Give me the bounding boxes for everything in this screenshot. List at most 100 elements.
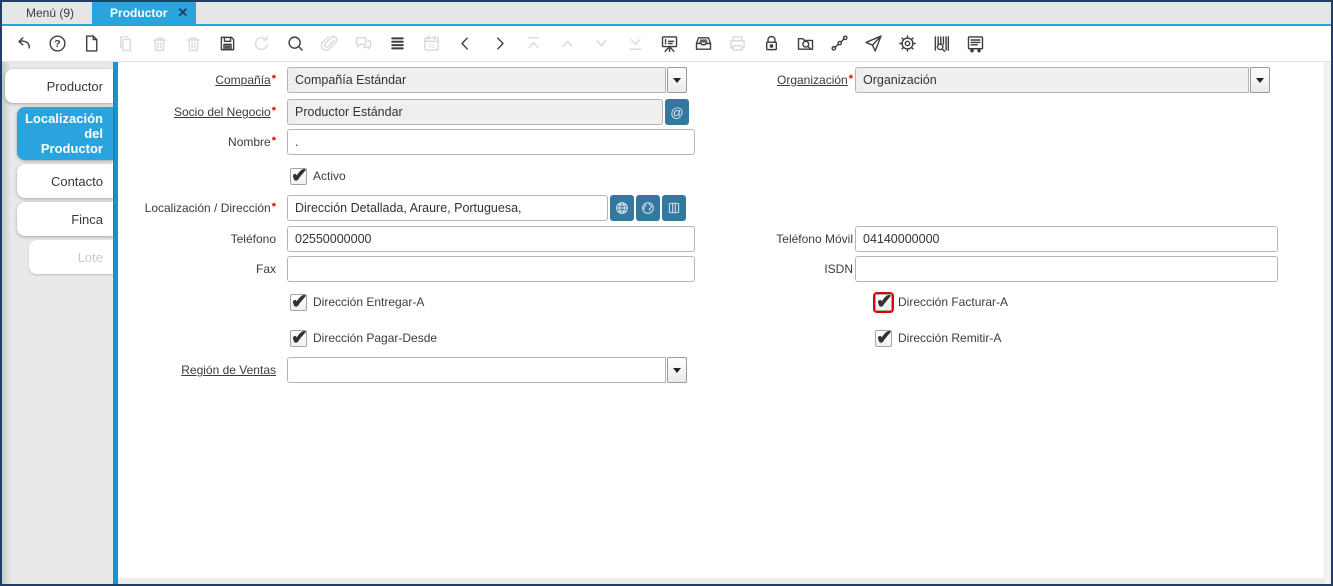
isdn-input[interactable] [855, 256, 1278, 282]
remit-to-label: Dirección Remitir-A [898, 331, 1001, 345]
sidebar-tab-localizacion[interactable]: Localización del Productor [17, 107, 113, 160]
tab-menu[interactable]: Menú (9) [8, 2, 92, 24]
delete-record-icon [148, 33, 170, 55]
invoice-to-checkbox[interactable] [875, 294, 892, 311]
quick-form-icon[interactable] [964, 33, 986, 55]
company-field: Compañía Estándar [287, 67, 687, 93]
print-icon [726, 33, 748, 55]
name-label: Nombre* [118, 129, 276, 156]
map-card-icon [666, 200, 682, 216]
svg-text:31: 31 [428, 43, 435, 50]
report-icon[interactable] [658, 33, 680, 55]
close-tab-icon[interactable]: ✕ [177, 5, 188, 21]
fax-input[interactable] [287, 256, 695, 282]
sidebar-tab-finca[interactable]: Finca [17, 202, 113, 236]
globe-earth-icon [640, 200, 656, 216]
name-field [287, 129, 695, 155]
lock-icon[interactable] [760, 33, 782, 55]
product-info-icon[interactable] [930, 33, 952, 55]
company-combobox[interactable]: Compañía Estándar [287, 67, 687, 93]
location-input[interactable] [287, 195, 608, 221]
organization-combobox[interactable]: Organización [855, 67, 1270, 93]
tab-productor[interactable]: Productor ✕ [92, 2, 196, 24]
ship-to-checkbox[interactable] [290, 294, 307, 311]
fax-label: Fax [118, 256, 276, 282]
form-panel: Compañía* Compañía Estándar Organización… [118, 62, 1331, 584]
location-edit-button[interactable] [610, 195, 634, 221]
last-record-icon [624, 33, 646, 55]
mobile-field [855, 226, 1278, 252]
invoice-to-label: Dirección Facturar-A [898, 295, 1008, 309]
organization-dropdown-icon[interactable] [1250, 67, 1270, 93]
phone-label: Teléfono [118, 226, 276, 252]
previous-record-icon[interactable] [454, 33, 476, 55]
pay-from-checkbox[interactable] [290, 330, 307, 347]
attachment-icon [318, 33, 340, 55]
organization-value: Organización [855, 67, 1249, 93]
invoice-to-field: Dirección Facturar-A [875, 293, 1008, 311]
parent-record-icon [556, 33, 578, 55]
zoom-across-icon[interactable] [794, 33, 816, 55]
location-detail-button[interactable] [662, 195, 686, 221]
bpartner-field: @ [287, 99, 689, 125]
sales-region-dropdown-icon[interactable] [667, 357, 687, 383]
location-label: Localización / Dirección* [118, 195, 276, 222]
company-value: Compañía Estándar [287, 67, 666, 93]
save-icon[interactable] [216, 33, 238, 55]
help-icon[interactable]: ? [46, 33, 68, 55]
name-input[interactable] [287, 129, 695, 155]
pay-from-field: Dirección Pagar-Desde [290, 329, 437, 347]
preferences-icon[interactable] [896, 33, 918, 55]
sidebar-tab-lote: Lote [29, 240, 113, 274]
chat-icon [352, 33, 374, 55]
organization-label[interactable]: Organización* [678, 67, 853, 94]
sidebar: Productor Localización del Productor Con… [2, 62, 113, 584]
toggle-grid-icon[interactable] [386, 33, 408, 55]
isdn-field [855, 256, 1278, 282]
bpartner-info-button[interactable]: @ [665, 99, 689, 125]
undo-icon[interactable] [12, 33, 34, 55]
location-field [287, 195, 686, 221]
mobile-input[interactable] [855, 226, 1278, 252]
active-field: Activo [290, 167, 346, 185]
fax-field [287, 256, 695, 282]
sales-region-combobox[interactable] [287, 357, 687, 383]
calendar-icon: 31 [420, 33, 442, 55]
organization-field: Organización [855, 67, 1270, 93]
toolbar: ? 31 [2, 26, 1331, 62]
window-body: Productor Localización del Productor Con… [2, 62, 1331, 584]
mobile-label: Teléfono Móvil [678, 226, 853, 252]
active-checkbox[interactable] [290, 168, 307, 185]
bpartner-label[interactable]: Socio del Negocio* [118, 99, 276, 126]
first-record-icon [522, 33, 544, 55]
new-record-icon[interactable] [80, 33, 102, 55]
globe-wire-icon [614, 200, 630, 216]
detail-record-icon [590, 33, 612, 55]
remit-to-checkbox[interactable] [875, 330, 892, 347]
remit-to-field: Dirección Remitir-A [875, 329, 1001, 347]
requests-icon[interactable] [862, 33, 884, 55]
svg-text:?: ? [54, 38, 60, 50]
delete-selection-icon [182, 33, 204, 55]
horizontal-scrollbar[interactable] [118, 578, 1324, 584]
location-map-button[interactable] [636, 195, 660, 221]
sales-region-label[interactable]: Región de Ventas [118, 357, 276, 383]
isdn-label: ISDN [678, 256, 853, 282]
phone-input[interactable] [287, 226, 695, 252]
ship-to-field: Dirección Entregar-A [290, 293, 424, 311]
workflow-icon[interactable] [828, 33, 850, 55]
next-record-icon[interactable] [488, 33, 510, 55]
sales-region-value [287, 357, 666, 383]
document-tabbar: Menú (9) Productor ✕ [2, 2, 1331, 26]
sidebar-tab-productor[interactable]: Productor [5, 69, 113, 103]
archive-icon[interactable] [692, 33, 714, 55]
company-label[interactable]: Compañía* [118, 67, 276, 94]
ship-to-label: Dirección Entregar-A [313, 295, 424, 309]
vertical-scrollbar[interactable] [1324, 62, 1331, 584]
tab-productor-label: Productor [110, 6, 167, 20]
app-window: Menú (9) Productor ✕ ? 31 Productor Local… [0, 0, 1333, 586]
sidebar-tab-contacto[interactable]: Contacto [17, 164, 113, 198]
refresh-icon [250, 33, 272, 55]
bpartner-input[interactable] [287, 99, 663, 125]
find-icon[interactable] [284, 33, 306, 55]
